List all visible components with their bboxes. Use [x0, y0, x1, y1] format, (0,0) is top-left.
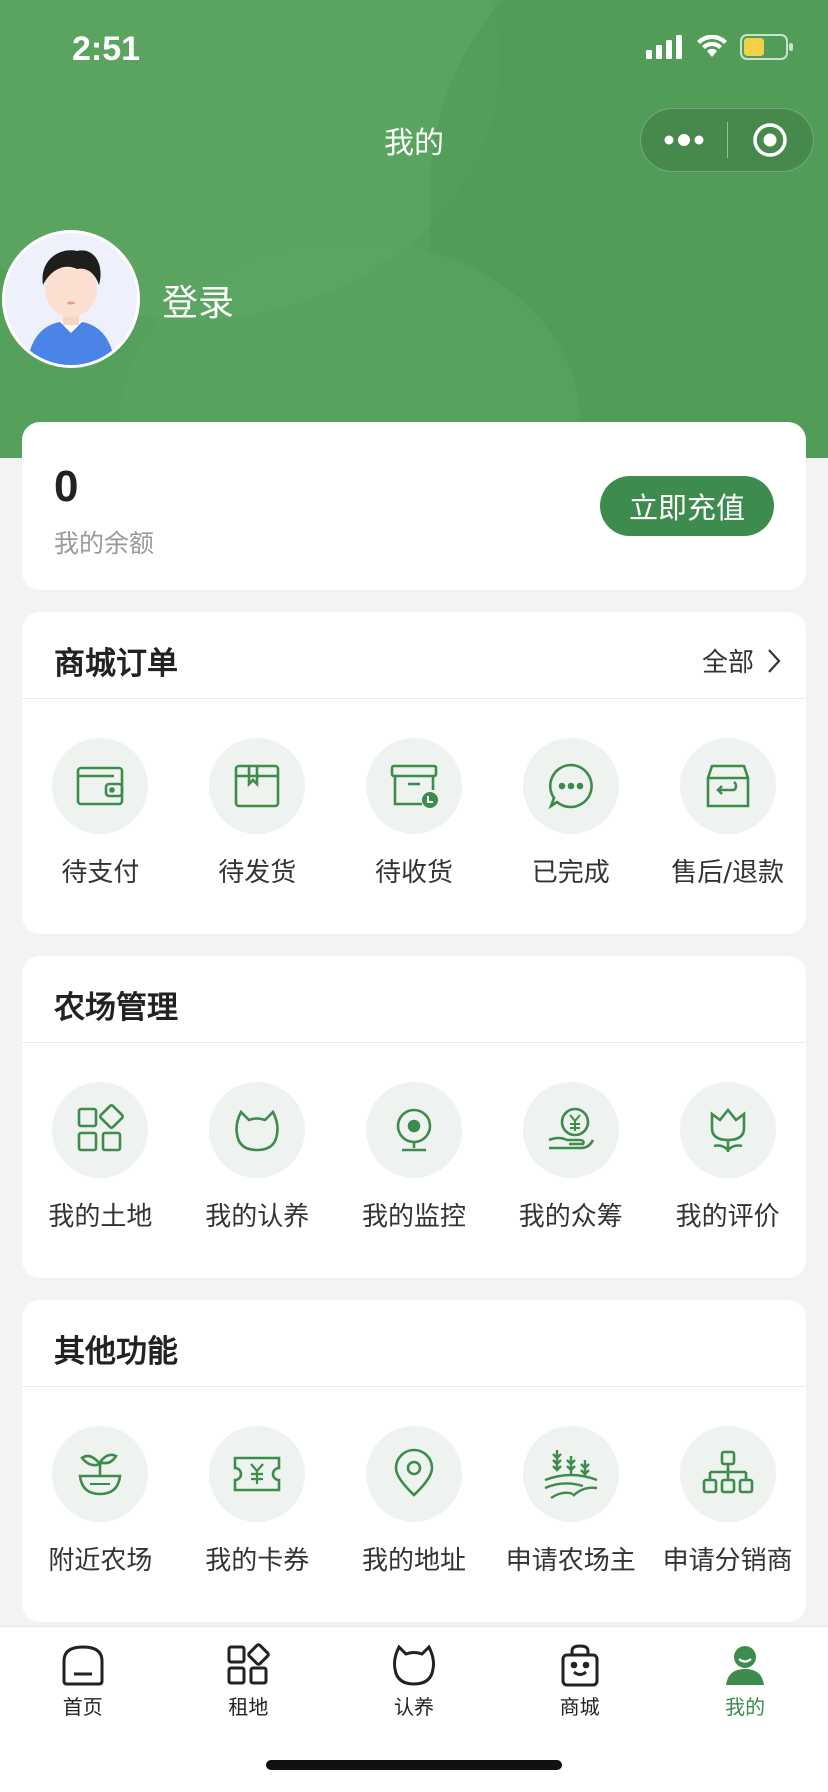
login-link[interactable]: 登录	[162, 274, 234, 326]
tab-home[interactable]: 首页	[0, 1643, 166, 1727]
grid-icon	[78, 1104, 125, 1152]
farm-item-my-crowdfunding[interactable]: 我的众筹	[492, 1082, 649, 1233]
farm-item-my-reviews[interactable]: 我的评价	[649, 1082, 806, 1233]
signal-icon	[646, 35, 682, 59]
cat-head-icon	[235, 1109, 279, 1152]
order-item-refund[interactable]: 售后/退款	[649, 738, 806, 889]
other-item-label: 申请分销商	[662, 1546, 793, 1576]
status-bar: 2:51	[0, 0, 828, 100]
farm-item-label: 我的评价	[675, 1202, 780, 1232]
more-button[interactable]	[641, 108, 727, 172]
delivery-box-icon	[390, 764, 438, 808]
tab-label: 认养	[393, 1695, 434, 1719]
return-box-icon	[706, 764, 749, 808]
tab-rent-land[interactable]: 租地	[166, 1643, 332, 1727]
other-item-apply-farmer[interactable]: 申请农场主	[492, 1426, 649, 1577]
chevron-right-icon	[768, 648, 781, 673]
orders-card: 商城订单 全部 待支付 待发货 待收货 已完成 售后/退款	[22, 612, 806, 934]
farm-item-my-adoption[interactable]: 我的认养	[179, 1082, 336, 1233]
status-time: 2:51	[72, 30, 141, 68]
farm-item-label: 我的认养	[205, 1202, 310, 1232]
farm-item-label: 我的土地	[48, 1202, 153, 1232]
battery-icon	[740, 34, 793, 60]
status-icons	[646, 34, 794, 60]
wallet-icon	[77, 766, 124, 806]
other-item-label: 申请农场主	[505, 1546, 636, 1576]
mini-program-capsule	[640, 108, 814, 172]
other-item-my-address[interactable]: 我的地址	[336, 1426, 493, 1577]
package-icon	[234, 764, 280, 808]
order-item-label: 待收货	[374, 858, 453, 888]
tab-label: 商城	[559, 1695, 600, 1719]
other-section-title: 其他功能	[54, 1334, 178, 1370]
order-item-label: 已完成	[531, 858, 610, 888]
orders-section-title: 商城订单	[54, 646, 178, 682]
tab-label: 我的	[725, 1695, 766, 1719]
coupon-icon	[233, 1456, 281, 1492]
other-item-label: 附近农场	[48, 1546, 153, 1576]
farm-section-title: 农场管理	[54, 990, 178, 1026]
order-item-pending-receipt[interactable]: 待收货	[336, 738, 493, 889]
recharge-button[interactable]: 立即充值	[600, 476, 774, 536]
shopping-bag-icon	[561, 1644, 599, 1687]
farm-item-my-land[interactable]: 我的土地	[22, 1082, 179, 1233]
other-item-label: 我的地址	[361, 1546, 466, 1576]
camera-icon	[396, 1108, 432, 1152]
tab-adopt[interactable]: 认养	[331, 1643, 497, 1727]
wheat-field-icon	[544, 1450, 598, 1500]
order-item-pending-shipment[interactable]: 待发货	[179, 738, 336, 889]
user-icon	[726, 1646, 765, 1685]
home-icon	[62, 1645, 104, 1686]
other-item-label: 我的卡券	[205, 1546, 310, 1576]
location-pin-icon	[394, 1448, 434, 1497]
balance-card: 0 我的余额 立即充值	[22, 422, 806, 590]
grid-icon	[227, 1643, 271, 1685]
tab-label: 首页	[62, 1695, 103, 1719]
cat-head-icon	[392, 1644, 435, 1686]
all-orders-label: 全部	[701, 648, 754, 678]
farm-management-card: 农场管理 我的土地 我的认养 我的监控 我的众筹 我的评价	[22, 956, 806, 1278]
other-item-apply-distributor[interactable]: 申请分销商	[649, 1426, 806, 1577]
farm-item-label: 我的众筹	[518, 1202, 623, 1232]
home-indicator	[266, 1760, 562, 1770]
more-dots-icon	[664, 134, 704, 146]
order-item-label: 售后/退款	[671, 858, 784, 888]
balance-value: 0	[54, 462, 79, 511]
close-miniprogram-button[interactable]	[728, 108, 814, 172]
chat-bubble-icon	[548, 763, 593, 810]
balance-label: 我的余额	[54, 529, 155, 558]
other-functions-card: 其他功能 附近农场 我的卡券 我的地址 申请农场主 申请分销商	[22, 1300, 806, 1622]
user-avatar-icon	[5, 233, 137, 365]
sprout-pot-icon	[78, 1453, 122, 1496]
farm-item-my-monitor[interactable]: 我的监控	[336, 1082, 493, 1233]
order-item-completed[interactable]: 已完成	[492, 738, 649, 889]
tab-mine[interactable]: 我的	[662, 1643, 828, 1727]
hand-coin-icon	[548, 1107, 594, 1150]
farm-item-label: 我的监控	[361, 1202, 466, 1232]
wifi-icon	[697, 35, 727, 57]
other-item-my-coupons[interactable]: 我的卡券	[179, 1426, 336, 1577]
avatar[interactable]	[2, 230, 140, 368]
target-circle-icon	[753, 123, 787, 157]
other-item-nearby-farms[interactable]: 附近农场	[22, 1426, 179, 1577]
order-item-label: 待支付	[61, 858, 140, 888]
tab-mall[interactable]: 商城	[497, 1643, 663, 1727]
org-chart-icon	[702, 1450, 753, 1494]
all-orders-link[interactable]: 全部	[702, 642, 782, 679]
flower-icon	[710, 1107, 745, 1152]
order-item-label: 待发货	[218, 858, 297, 888]
order-item-pending-payment[interactable]: 待支付	[22, 738, 179, 889]
tab-label: 租地	[228, 1695, 269, 1719]
